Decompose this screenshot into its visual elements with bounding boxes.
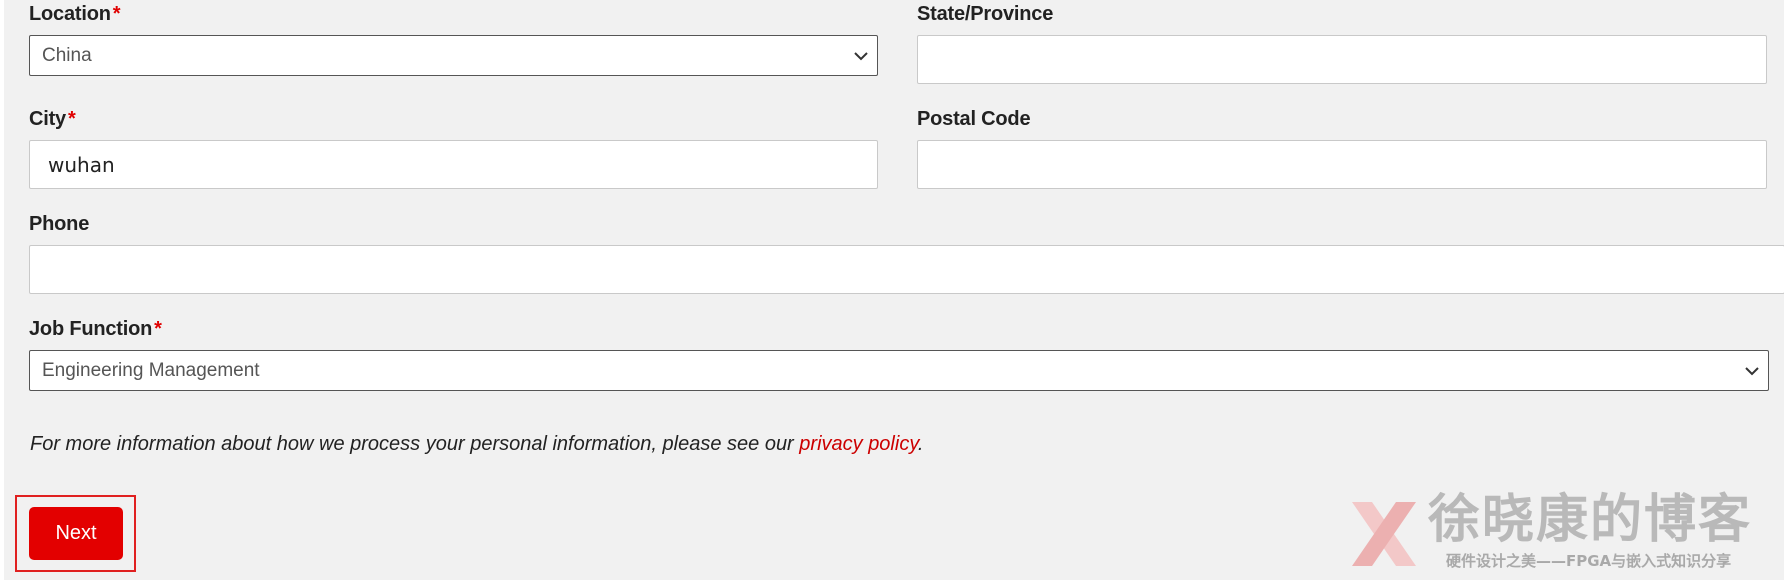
chevron-down-icon bbox=[854, 51, 868, 60]
city-input[interactable] bbox=[30, 141, 877, 188]
form-panel: Location* China State/Province City* Pos… bbox=[4, 0, 1784, 580]
phone-input[interactable] bbox=[30, 246, 1784, 293]
location-select-value: China bbox=[42, 44, 92, 66]
privacy-notice-end: . bbox=[917, 433, 924, 455]
chevron-down-icon bbox=[1745, 366, 1759, 375]
location-label: Location * bbox=[29, 3, 121, 25]
postal-code-field[interactable] bbox=[917, 140, 1767, 189]
location-select[interactable]: China bbox=[29, 35, 878, 76]
required-mark: * bbox=[112, 3, 121, 25]
phone-label: Phone bbox=[29, 213, 90, 235]
required-mark: * bbox=[67, 108, 76, 130]
postal-code-input[interactable] bbox=[918, 141, 1766, 188]
privacy-notice: For more information about how we proces… bbox=[30, 432, 923, 456]
phone-field[interactable] bbox=[29, 245, 1784, 294]
state-province-label: State/Province bbox=[917, 3, 1054, 25]
job-function-label: Job Function * bbox=[29, 318, 162, 340]
postal-code-label: Postal Code bbox=[917, 108, 1031, 130]
city-field[interactable] bbox=[29, 140, 878, 189]
job-function-select[interactable]: Engineering Management bbox=[29, 350, 1769, 391]
city-label: City * bbox=[29, 108, 76, 130]
state-province-input[interactable] bbox=[918, 36, 1766, 83]
job-function-select-value: Engineering Management bbox=[42, 359, 260, 381]
required-mark: * bbox=[154, 318, 162, 340]
privacy-policy-link[interactable]: privacy policy bbox=[799, 433, 918, 455]
next-button[interactable]: Next bbox=[29, 507, 123, 560]
privacy-notice-text: For more information about how we proces… bbox=[30, 433, 800, 455]
state-province-field[interactable] bbox=[917, 35, 1767, 84]
